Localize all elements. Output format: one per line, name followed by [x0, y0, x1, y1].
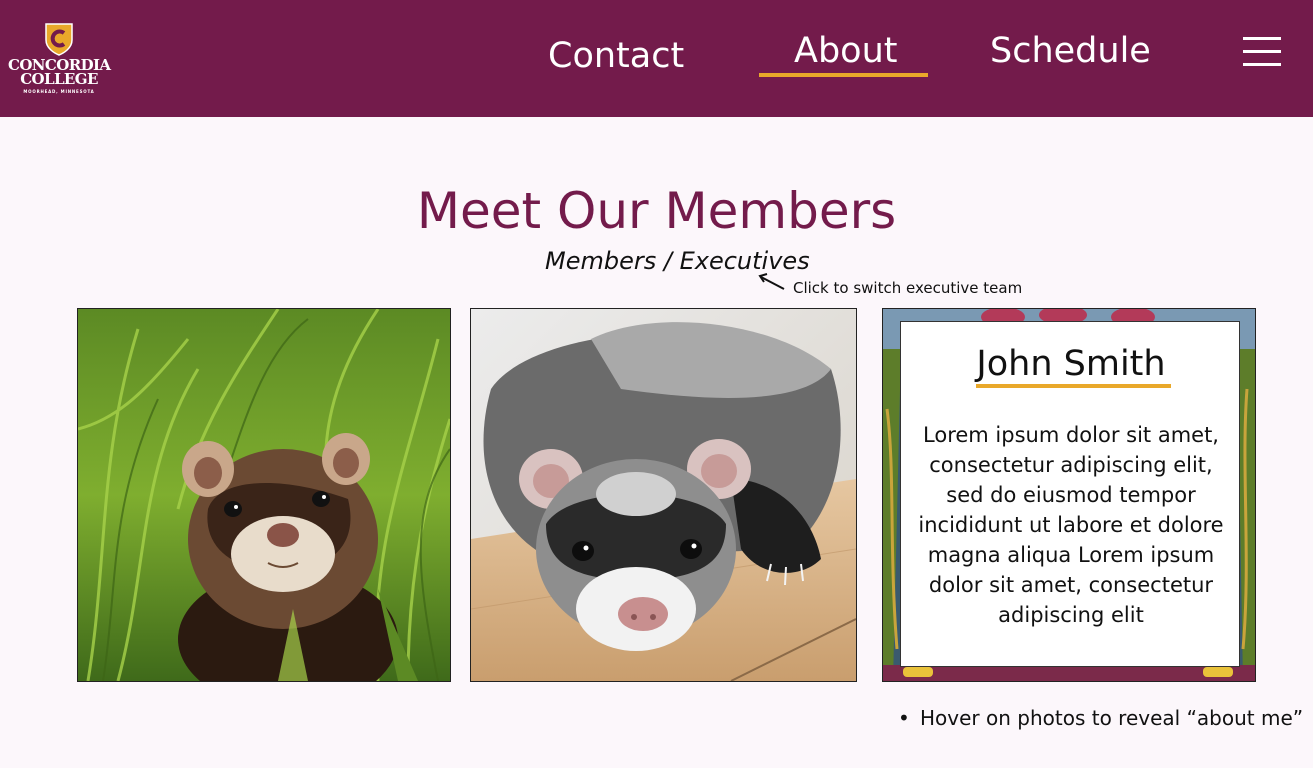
member-photo-3[interactable]: John Smith Lorem ipsum dolor sit amet, c… [882, 308, 1256, 682]
executives-toggle[interactable]: Executives [680, 247, 810, 275]
member-photo-2[interactable] [470, 308, 857, 682]
logo-line-2: COLLEGE [20, 70, 98, 88]
concordia-logo[interactable]: CONCORDIA COLLEGE MOORHEAD, MINNESOTA [8, 22, 111, 96]
members-toggle[interactable]: Members [545, 247, 656, 275]
menu-bar [1243, 37, 1281, 40]
arrow-icon [758, 273, 785, 290]
ferret-lying-on-floor-photo [471, 309, 856, 681]
ferret-in-grass-photo [78, 309, 450, 681]
member-name: John Smith [976, 344, 1166, 384]
page-title: Meet Our Members [416, 182, 897, 240]
nav-schedule[interactable]: Schedule [990, 31, 1151, 71]
active-nav-underline [759, 73, 928, 77]
bullet-icon: • [898, 706, 910, 730]
switch-hint-text: Click to switch executive team [793, 279, 1023, 297]
top-nav-bar: CONCORDIA COLLEGE MOORHEAD, MINNESOTA Co… [0, 0, 1313, 117]
about-me-card: John Smith Lorem ipsum dolor sit amet, c… [900, 321, 1240, 667]
shield-icon [45, 23, 73, 56]
menu-bar [1243, 63, 1281, 66]
nav-about[interactable]: About [794, 31, 897, 71]
nav-contact[interactable]: Contact [548, 36, 684, 76]
hover-note-text: Hover on photos to reveal “about me” [920, 706, 1304, 730]
name-underline [976, 384, 1171, 388]
member-bio: Lorem ipsum dolor sit amet, consectetur … [918, 423, 1224, 627]
switcher-separator: / [656, 247, 680, 275]
hover-note: • Hover on photos to reveal “about me” [898, 706, 1303, 730]
menu-bar [1243, 50, 1281, 53]
logo-tagline: MOORHEAD, MINNESOTA [23, 89, 95, 94]
member-photo-1[interactable] [77, 308, 451, 682]
hamburger-menu-icon[interactable] [1243, 36, 1281, 68]
